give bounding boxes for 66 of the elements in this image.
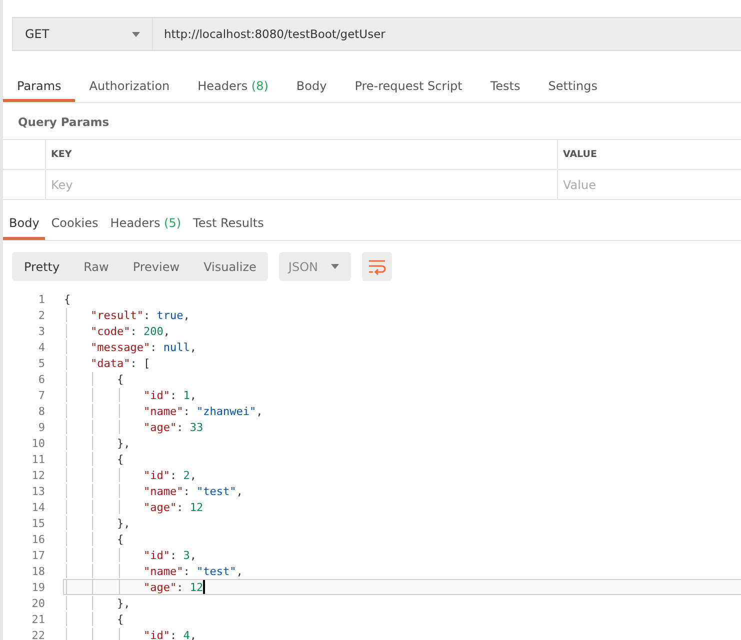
code-line: { [116, 452, 124, 466]
line-number: 11 [30, 452, 46, 466]
view-mode-button[interactable]: Pretty [12, 252, 72, 281]
wrap-button[interactable] [362, 252, 392, 281]
code-line: "age": 12 [142, 500, 204, 514]
view-mode-button[interactable]: Raw [72, 252, 121, 281]
code-line: "id": 2, [142, 468, 196, 482]
request-tab[interactable]: Tests [476, 72, 534, 102]
code-line: "code": 200, [90, 324, 170, 338]
line-number: 9 [37, 420, 46, 434]
line-number: 18 [30, 564, 46, 578]
line-number: 21 [30, 612, 46, 626]
code-line: }, [116, 516, 130, 530]
line-number: 6 [37, 372, 46, 386]
line-number: 1 [37, 292, 46, 306]
value-input[interactable]: Value [557, 170, 741, 200]
request-tab[interactable]: Pre-request Script [340, 72, 476, 102]
line-number: 3 [37, 324, 46, 338]
response-tab[interactable]: Headers (5) [104, 208, 188, 240]
code-line: { [116, 532, 124, 546]
request-tab[interactable]: Settings [534, 72, 612, 102]
code-line: "id": 3, [142, 548, 196, 562]
line-number: 4 [37, 340, 46, 354]
code-line: "data": [ [90, 356, 150, 370]
code-line: { [116, 372, 124, 386]
response-tab[interactable]: Body [3, 208, 46, 240]
request-tab[interactable]: Authorization [75, 72, 184, 102]
line-number: 20 [30, 596, 46, 610]
code-line: "name": "test", [142, 484, 243, 498]
line-number: 12 [30, 468, 46, 482]
line-number: 13 [30, 484, 46, 498]
line-number: 22 [30, 628, 46, 640]
code-line: { [64, 292, 71, 306]
view-mode-button[interactable]: Visualize [192, 252, 268, 281]
code-line: "age": 12 [142, 580, 204, 594]
text-cursor [203, 580, 206, 594]
view-mode-button[interactable]: Preview [120, 252, 192, 281]
code-line: "message": null, [90, 340, 196, 354]
line-number: 16 [30, 532, 46, 546]
response-tab[interactable]: Cookies [45, 208, 104, 240]
response-tab[interactable]: Test Results [187, 208, 270, 240]
code-line: "age": 33 [142, 420, 204, 434]
code-line: }, [116, 436, 130, 450]
code-line: "id": 4, [142, 628, 196, 640]
code-line: }, [116, 596, 130, 610]
section-title: Query Params [17, 114, 110, 131]
code-line: { [116, 612, 124, 626]
wrap-lines-icon [368, 258, 386, 274]
line-number: 10 [30, 436, 46, 450]
line-number: 19 [30, 580, 46, 594]
caret-icon [331, 264, 340, 269]
line-number: 17 [30, 548, 46, 562]
key-input[interactable]: Key [45, 170, 557, 200]
line-number: 2 [37, 308, 46, 322]
line-number: 14 [30, 500, 46, 514]
code-line: "id": 1, [142, 388, 196, 402]
code-line: "name": "test", [142, 564, 243, 578]
line-number: 8 [37, 404, 46, 418]
request-tab[interactable]: Body [282, 72, 341, 102]
code-line: "result": true, [90, 308, 190, 322]
line-number: 15 [30, 516, 46, 530]
line-number: 5 [37, 356, 46, 370]
request-tab[interactable]: Headers (8) [184, 72, 282, 102]
code-line: "name": "zhanwei", [142, 404, 263, 418]
line-number: 7 [37, 388, 46, 402]
request-tab[interactable]: Params [3, 72, 76, 102]
